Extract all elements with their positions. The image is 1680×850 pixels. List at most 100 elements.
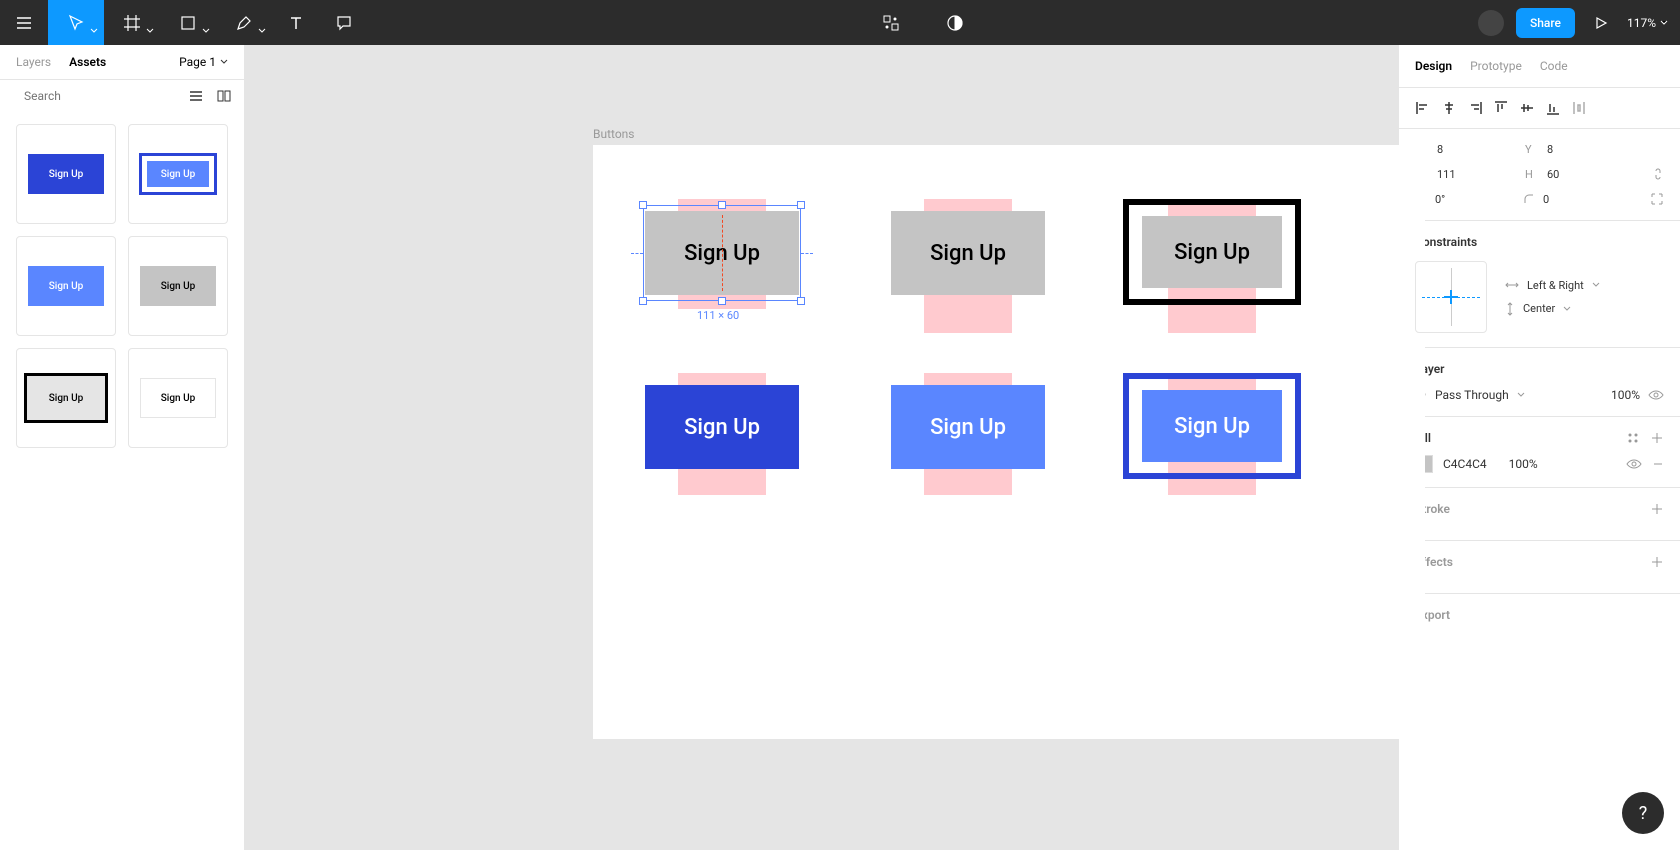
x-input[interactable]: 8	[1437, 143, 1517, 156]
selection-dimensions: 111 × 60	[697, 309, 739, 322]
minus-icon[interactable]	[1652, 458, 1664, 470]
y-input[interactable]: 8	[1547, 143, 1627, 156]
assets-search-row	[0, 80, 244, 112]
present-button[interactable]	[1587, 0, 1615, 45]
align-right-icon[interactable]	[1467, 100, 1483, 116]
chevron-down-icon	[1660, 19, 1668, 27]
style-icon[interactable]	[1626, 431, 1640, 445]
chevron-down-icon	[1517, 391, 1525, 399]
user-avatar[interactable]	[1478, 10, 1504, 36]
library-icon[interactable]	[216, 88, 232, 104]
zoom-control[interactable]: 117%	[1627, 16, 1668, 30]
canvas-button-grey[interactable]: Sign Up	[891, 211, 1045, 295]
asset-thumb: Sign Up	[140, 378, 216, 418]
fill-hex[interactable]: C4C4C4	[1443, 457, 1487, 471]
y-label: Y	[1525, 143, 1539, 156]
asset-card[interactable]: Sign Up	[128, 124, 228, 224]
top-toolbar: Share 117%	[0, 0, 1680, 45]
stroke-section: Stroke	[1399, 488, 1680, 541]
tab-prototype[interactable]: Prototype	[1470, 59, 1522, 73]
asset-card[interactable]: Sign Up	[128, 348, 228, 448]
toolbar-right: Share 117%	[1478, 0, 1680, 45]
selection-handle[interactable]	[718, 201, 726, 209]
fill-section: Fill C4C4C4 100%	[1399, 417, 1680, 488]
chevron-down-icon	[202, 27, 210, 35]
alignment-guide-vertical	[722, 215, 723, 291]
asset-card[interactable]: Sign Up	[16, 348, 116, 448]
alignment-guide	[631, 253, 643, 254]
selection-handle[interactable]	[797, 201, 805, 209]
menu-button[interactable]	[0, 0, 48, 45]
selection-handle[interactable]	[718, 297, 726, 305]
asset-thumb: Sign Up	[28, 154, 104, 194]
component-icon[interactable]	[867, 0, 915, 45]
geometry-section: X 8 Y 8 W 111 H 60 0° 0	[1399, 129, 1680, 221]
eye-icon[interactable]	[1626, 458, 1642, 470]
left-panel-tabs: Layers Assets Page 1	[0, 45, 244, 80]
align-left-icon[interactable]	[1415, 100, 1431, 116]
assets-grid: Sign Up Sign Up Sign Up Sign Up Sign Up …	[0, 112, 244, 460]
arrow-h-icon	[1505, 280, 1519, 290]
constraint-vertical[interactable]: Center	[1505, 302, 1600, 316]
frame-tool[interactable]	[104, 0, 160, 45]
rotation-input[interactable]: 0°	[1435, 193, 1515, 206]
move-tool[interactable]	[48, 0, 104, 45]
toolbar-left	[0, 0, 368, 45]
radius-input[interactable]: 0	[1543, 193, 1623, 206]
mask-icon[interactable]	[931, 0, 979, 45]
tab-design[interactable]: Design	[1415, 59, 1452, 73]
chevron-down-icon	[258, 27, 266, 35]
asset-card[interactable]: Sign Up	[16, 124, 116, 224]
zoom-value: 117%	[1627, 16, 1656, 30]
radius-icon	[1523, 193, 1535, 205]
canvas-button-outline-blue[interactable]: Sign Up	[1123, 373, 1301, 479]
plus-icon[interactable]	[1650, 502, 1664, 516]
selection-handle[interactable]	[639, 297, 647, 305]
share-button[interactable]: Share	[1516, 8, 1575, 38]
tab-code[interactable]: Code	[1540, 59, 1568, 73]
fill-opacity[interactable]: 100%	[1509, 457, 1538, 471]
canvas-button-secondary[interactable]: Sign Up	[891, 385, 1045, 469]
constraint-horizontal[interactable]: Left & Right	[1505, 279, 1600, 292]
page-selector[interactable]: Page 1	[179, 55, 228, 69]
link-wh-icon[interactable]	[1652, 166, 1664, 182]
right-panel: Design Prototype Code X 8 Y 8 W 111 H	[1398, 45, 1680, 850]
comment-tool[interactable]	[320, 0, 368, 45]
pen-tool[interactable]	[216, 0, 272, 45]
assets-search-input[interactable]	[24, 89, 180, 103]
eye-icon[interactable]	[1648, 389, 1664, 401]
help-button[interactable]: ?	[1622, 792, 1664, 834]
canvas-button-primary[interactable]: Sign Up	[645, 385, 799, 469]
align-top-icon[interactable]	[1493, 100, 1509, 116]
w-input[interactable]: 111	[1437, 168, 1517, 181]
plus-icon[interactable]	[1650, 431, 1664, 445]
tab-assets[interactable]: Assets	[69, 55, 106, 69]
canvas-button-outline[interactable]: Sign Up	[1123, 199, 1301, 305]
distribute-icon[interactable]	[1571, 100, 1587, 116]
asset-card[interactable]: Sign Up	[16, 236, 116, 336]
tab-layers[interactable]: Layers	[16, 55, 51, 69]
layer-opacity[interactable]: 100%	[1611, 388, 1640, 402]
blend-mode[interactable]: Pass Through	[1435, 388, 1509, 402]
frame-label[interactable]: Buttons	[593, 127, 635, 141]
selection-handle[interactable]	[797, 297, 805, 305]
h-input[interactable]: 60	[1547, 168, 1627, 181]
list-view-icon[interactable]	[188, 88, 204, 104]
chevron-down-icon	[1592, 281, 1600, 289]
export-section: Export	[1399, 594, 1680, 646]
selection-handle[interactable]	[639, 201, 647, 209]
canvas[interactable]: Buttons Sign Up Sign Up Sign Up Sign Up …	[245, 45, 1398, 850]
asset-card[interactable]: Sign Up	[128, 236, 228, 336]
layer-section: Layer Pass Through 100%	[1399, 348, 1680, 417]
align-bottom-icon[interactable]	[1545, 100, 1561, 116]
align-hcenter-icon[interactable]	[1441, 100, 1457, 116]
right-panel-tabs: Design Prototype Code	[1399, 45, 1680, 88]
align-vcenter-icon[interactable]	[1519, 100, 1535, 116]
shape-tool[interactable]	[160, 0, 216, 45]
independent-corners-icon[interactable]	[1650, 192, 1664, 206]
plus-icon[interactable]	[1650, 555, 1664, 569]
left-panel: Layers Assets Page 1 Sign Up Sign Up Sig…	[0, 45, 245, 850]
constraint-widget[interactable]	[1415, 261, 1487, 333]
text-tool[interactable]	[272, 0, 320, 45]
frame-buttons[interactable]: Sign Up Sign Up Sign Up Sign Up Sign Up …	[593, 145, 1425, 739]
